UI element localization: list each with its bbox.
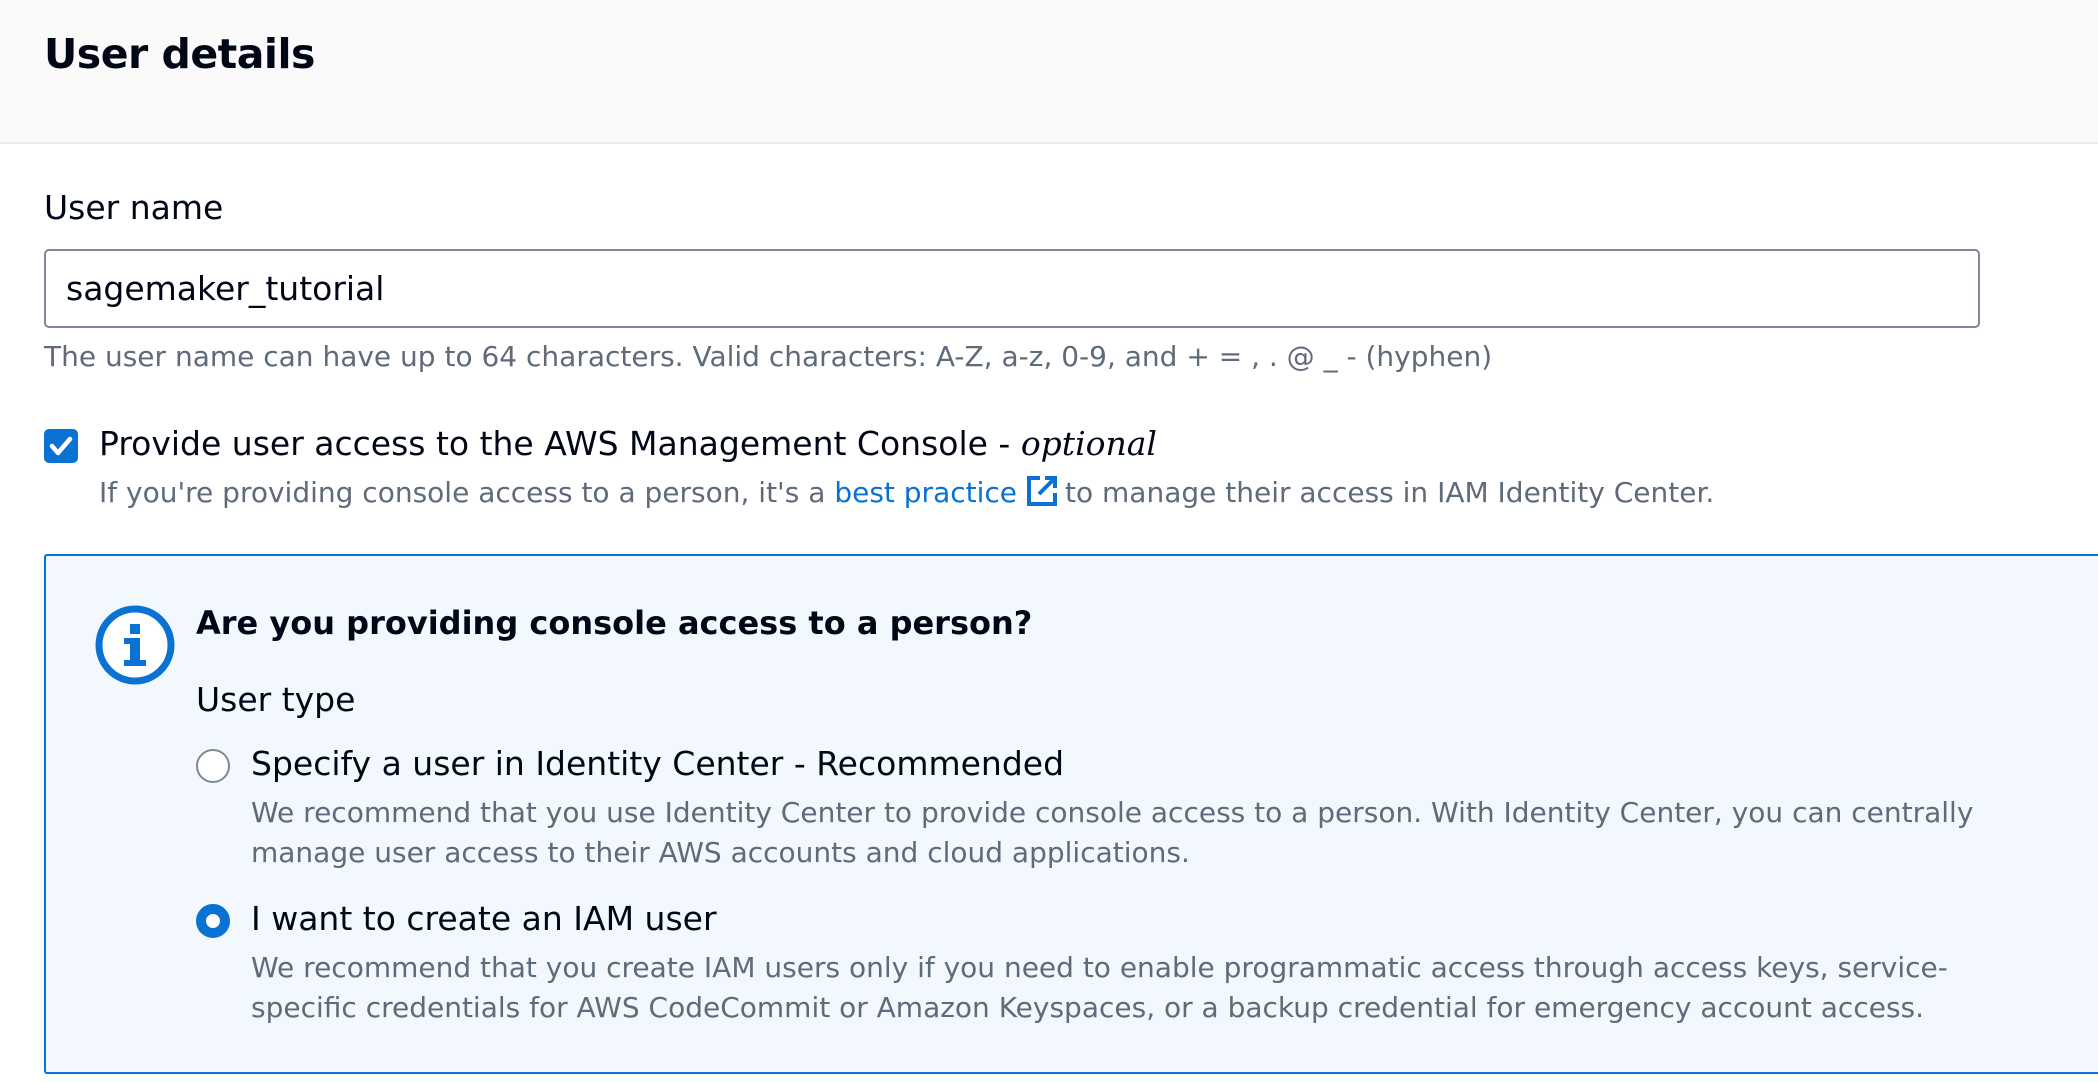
console-access-description: If you're providing console access to a … (99, 474, 1714, 515)
user-type-label: User type (196, 680, 356, 719)
console-access-label[interactable]: Provide user access to the AWS Managemen… (99, 424, 1157, 463)
external-link-icon[interactable] (1025, 474, 1059, 515)
identity-center-option-desc: We recommend that you use Identity Cente… (251, 796, 1974, 869)
iam-user-radio[interactable] (196, 904, 230, 938)
best-practice-link[interactable]: best practice (834, 476, 1017, 509)
user-name-label: User name (44, 188, 224, 227)
console-access-checkbox[interactable] (44, 429, 78, 463)
identity-center-radio[interactable] (196, 749, 230, 783)
optional-label: optional (1020, 424, 1157, 463)
user-name-input[interactable] (44, 249, 1980, 328)
user-name-hint: The user name can have up to 64 characte… (44, 340, 1493, 373)
info-icon (94, 604, 176, 690)
checkmark-icon (49, 436, 73, 456)
section-header: User details (0, 0, 2098, 144)
section-title: User details (44, 30, 315, 78)
info-title: Are you providing console access to a pe… (196, 604, 1033, 642)
iam-user-option-label[interactable]: I want to create an IAM user (251, 899, 717, 938)
iam-user-option-desc: We recommend that you create IAM users o… (251, 951, 1948, 1024)
identity-center-option-label[interactable]: Specify a user in Identity Center - Reco… (251, 744, 1064, 783)
